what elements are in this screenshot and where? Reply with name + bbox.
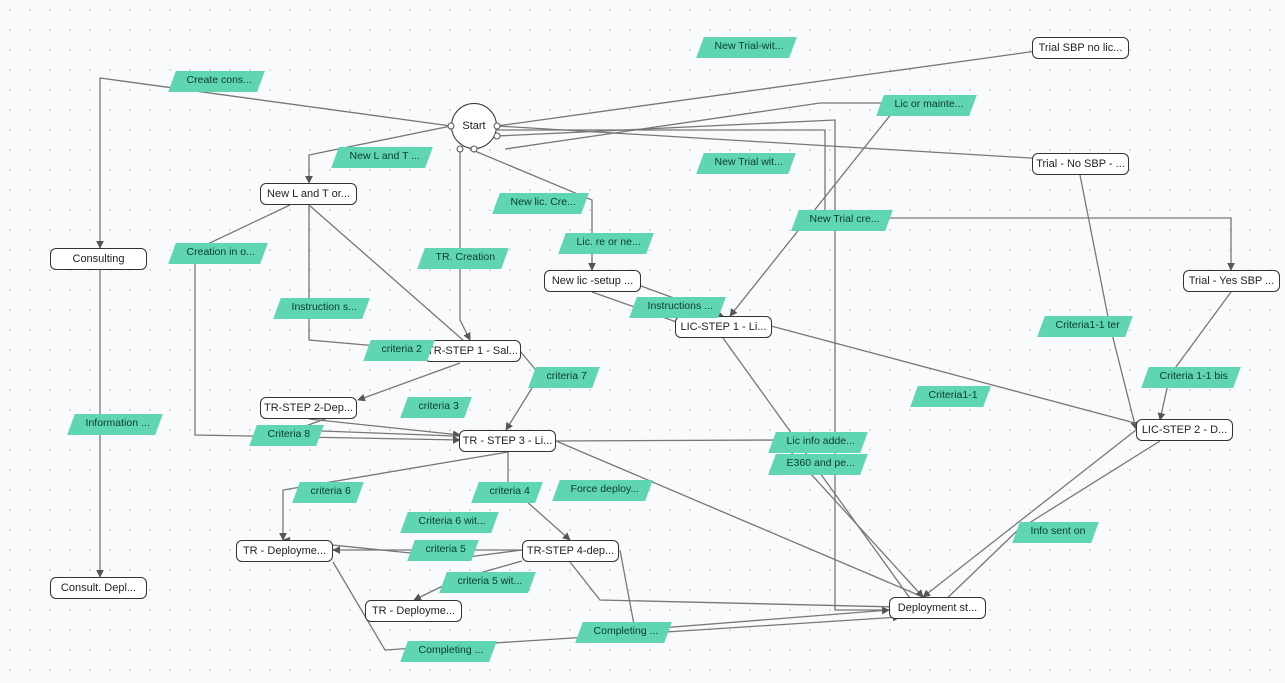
connection-port[interactable] bbox=[494, 123, 501, 130]
edge bbox=[309, 419, 460, 435]
edge-label-new-trial-wit: New Trial wit... bbox=[696, 153, 796, 174]
node-tr-deployme-a[interactable]: TR - Deployme... bbox=[236, 540, 333, 562]
node-lic-step-2[interactable]: LIC-STEP 2 - D... bbox=[1136, 419, 1233, 441]
node-label: LIC-STEP 2 - D... bbox=[1142, 424, 1227, 436]
node-label: TR-STEP 1 - Sal... bbox=[427, 345, 518, 357]
edge-label-criteria-2: criteria 2 bbox=[363, 340, 435, 361]
edge bbox=[460, 149, 470, 340]
connection-port[interactable] bbox=[471, 146, 478, 153]
node-consulting[interactable]: Consulting bbox=[50, 248, 147, 270]
edge-layer bbox=[0, 0, 1285, 683]
node-tr-step-1[interactable]: TR-STEP 1 - Sal... bbox=[424, 340, 521, 362]
edge-label-crit-1-1-ter: Criteria1-1 ter bbox=[1037, 316, 1133, 337]
connection-port[interactable] bbox=[494, 133, 501, 140]
node-tr-step-3[interactable]: TR - STEP 3 - Li... bbox=[459, 430, 556, 452]
edge-label-new-trial-wit2: New Trial-wit... bbox=[696, 37, 796, 58]
node-label: Trial - Yes SBP ... bbox=[1189, 275, 1275, 287]
node-label: New L and T or... bbox=[267, 188, 350, 200]
edge-label-force-deploy: Force deploy... bbox=[552, 480, 652, 501]
edge bbox=[506, 351, 540, 430]
node-label: Trial SBP no lic... bbox=[1039, 42, 1123, 54]
node-new-l-and-t[interactable]: New L and T or... bbox=[260, 183, 357, 205]
node-label: TR - Deployme... bbox=[372, 605, 455, 617]
edge bbox=[620, 550, 889, 630]
edge-label-criteria-4: criteria 4 bbox=[471, 482, 543, 503]
edge bbox=[1080, 175, 1136, 429]
edge bbox=[771, 326, 1150, 427]
node-tr-deployme-b[interactable]: TR - Deployme... bbox=[365, 600, 462, 622]
edge-label-info-sent-on: Info sent on bbox=[1012, 522, 1099, 543]
edge-label-new-trial-cre: New Trial cre... bbox=[791, 210, 893, 231]
edge-label-criteria-5-wit: criteria 5 wit... bbox=[439, 572, 535, 593]
edge-label-new-l-and-t: New L and T ... bbox=[331, 147, 433, 168]
edge bbox=[358, 363, 460, 400]
node-label: New lic -setup ... bbox=[552, 275, 633, 287]
edge bbox=[1160, 292, 1231, 420]
edge bbox=[309, 205, 424, 350]
edge bbox=[923, 430, 1136, 597]
node-trial-yes-sbp[interactable]: Trial - Yes SBP ... bbox=[1183, 270, 1280, 292]
node-label: Trial - No SBP - ... bbox=[1036, 158, 1125, 170]
edge-label-instruction-s: Instruction s... bbox=[273, 298, 370, 319]
edge-label-criteria-8: Criteria 8 bbox=[249, 425, 323, 446]
start-node[interactable]: Start bbox=[451, 103, 497, 149]
node-trial-no-sbp[interactable]: Trial - No SBP - ... bbox=[1032, 153, 1129, 175]
edge-label-creation-in-o: Creation in o... bbox=[168, 243, 268, 264]
edge bbox=[309, 205, 472, 348]
node-new-lic-setup[interactable]: New lic -setup ... bbox=[544, 270, 641, 292]
connection-port[interactable] bbox=[448, 123, 455, 130]
node-label: Consulting bbox=[73, 253, 125, 265]
edge bbox=[570, 562, 940, 608]
edge-label-criteria-3: criteria 3 bbox=[400, 397, 472, 418]
edge-label-criteria-6-wit: Criteria 6 wit... bbox=[400, 512, 499, 533]
edge-label-criteria-5: criteria 5 bbox=[407, 540, 479, 561]
edge-label-crit-1-1-bis: Criteria 1-1 bis bbox=[1141, 367, 1241, 388]
node-label: TR - Deployme... bbox=[243, 545, 326, 557]
node-deployment-st[interactable]: Deployment st... bbox=[889, 597, 986, 619]
node-label: TR-STEP 4-dep... bbox=[527, 545, 614, 557]
edge-label-criteria-1-1: Criteria1-1 bbox=[910, 386, 991, 407]
node-label: TR - STEP 3 - Li... bbox=[463, 435, 553, 447]
edge-label-lic-info-adde: Lic info adde... bbox=[768, 432, 868, 453]
edge-label-information: Information ... bbox=[67, 414, 163, 435]
edge-label-tr-creation: TR. Creation bbox=[417, 248, 508, 269]
node-label: Consult. Depl... bbox=[61, 582, 136, 594]
edge-label-lic-re-or-ne: Lic. re or ne... bbox=[558, 233, 654, 254]
edge-label-criteria-6: criteria 6 bbox=[292, 482, 364, 503]
node-lic-step-1[interactable]: LIC-STEP 1 - Li... bbox=[675, 316, 772, 338]
node-label: TR-STEP 2-Dep... bbox=[264, 402, 353, 414]
edge bbox=[556, 441, 937, 603]
node-trial-sbp-no-lic[interactable]: Trial SBP no lic... bbox=[1032, 37, 1129, 59]
edge-label-completing: Completing ... bbox=[575, 622, 671, 643]
connection-port[interactable] bbox=[457, 146, 464, 153]
node-tr-step-2[interactable]: TR-STEP 2-Dep... bbox=[260, 397, 357, 419]
edge-label-criteria-7: criteria 7 bbox=[528, 367, 600, 388]
node-label: LIC-STEP 1 - Li... bbox=[681, 321, 767, 333]
edge-label-new-lic-cre: New lic. Cre... bbox=[492, 193, 589, 214]
node-label: Deployment st... bbox=[898, 602, 977, 614]
edge-label-e360-and-pe: E360 and pe... bbox=[768, 454, 868, 475]
node-consult-depl[interactable]: Consult. Depl... bbox=[50, 577, 147, 599]
edge-label-lic-or-mainte: Lic or mainte... bbox=[876, 95, 977, 116]
start-label: Start bbox=[462, 120, 485, 132]
node-tr-step-4[interactable]: TR-STEP 4-dep... bbox=[522, 540, 619, 562]
edge-label-instructions: Instructions ... bbox=[629, 297, 726, 318]
edge-label-create-cons: Create cons... bbox=[168, 71, 265, 92]
edge-label-completing-2: Completing ... bbox=[400, 641, 496, 662]
